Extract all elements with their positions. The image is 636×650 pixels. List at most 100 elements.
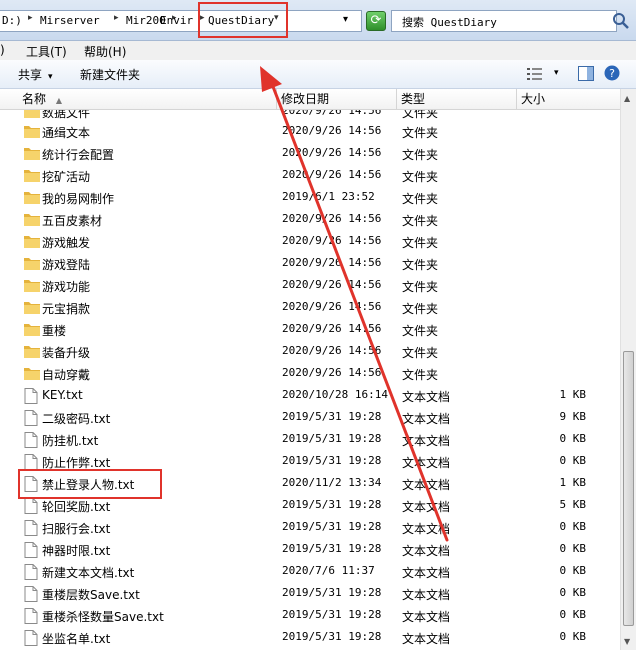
view-options-icon[interactable]: [527, 67, 543, 81]
file-name: 元宝捐款: [42, 302, 91, 316]
folder-icon: [24, 146, 40, 163]
file-row[interactable]: 新建文本文档.txt 2020/7/6 11:37 文本文档 0 KB: [0, 560, 620, 582]
chevron-right-icon[interactable]: ▸: [114, 13, 119, 23]
file-modified-date: 2020/7/6 11:37: [282, 564, 375, 577]
file-size: 0 KB: [559, 586, 587, 599]
file-name: 装备升级: [42, 346, 91, 360]
scrollbar-thumb[interactable]: [623, 351, 634, 626]
breadcrumb-mirserver[interactable]: Mirserver: [40, 14, 100, 27]
file-modified-date: 2020/9/26 14:56: [282, 212, 382, 225]
file-row[interactable]: 神器时限.txt 2019/5/31 19:28 文本文档 0 KB: [0, 538, 620, 560]
menu-help[interactable]: 帮助(H): [84, 43, 126, 60]
folder-icon: [24, 256, 40, 273]
file-row[interactable]: 挖矿活动 2020/9/26 14:56 文件夹: [0, 164, 620, 186]
file-name: 重楼杀怪数量Save.txt: [42, 610, 164, 624]
file-row[interactable]: 游戏登陆 2020/9/26 14:56 文件夹: [0, 252, 620, 274]
text-document-icon: [24, 586, 38, 605]
file-name: 二级密码.txt: [42, 412, 111, 426]
address-bar[interactable]: D:) ▸ Mirserver ▸ Mir200 ▸ Envir ▸ Quest…: [0, 10, 362, 32]
view-dropdown-icon[interactable]: ▾: [554, 68, 559, 78]
column-header-modified[interactable]: 修改日期: [277, 89, 397, 109]
file-row[interactable]: 防挂机.txt 2019/5/31 19:28 文本文档 0 KB: [0, 428, 620, 450]
file-row[interactable]: KEY.txt 2020/10/28 16:14 文本文档 1 KB: [0, 384, 620, 406]
chevron-right-icon[interactable]: ▸: [28, 13, 33, 23]
file-row[interactable]: 坐监名单.txt 2019/5/31 19:28 文本文档 0 KB: [0, 626, 620, 648]
file-modified-date: 2020/9/26 14:56: [282, 366, 382, 379]
file-type: 文本文档: [402, 632, 451, 646]
file-type: 文件夹: [402, 302, 439, 316]
preview-pane-icon[interactable]: [578, 66, 594, 81]
file-name: 重楼层数Save.txt: [42, 588, 140, 602]
text-document-icon: [24, 542, 38, 561]
command-toolbar: 共享 ▾ 新建文件夹 ▾ ?: [0, 60, 636, 89]
file-type: 文件夹: [402, 368, 439, 382]
file-modified-date: 2020/11/2 13:34: [282, 476, 382, 489]
file-name: 坐监名单.txt: [42, 632, 111, 646]
column-header-name-label: 名称: [22, 92, 47, 106]
file-modified-date: 2019/5/31 19:28: [282, 542, 382, 555]
address-history-dropdown-icon[interactable]: ▾: [343, 14, 348, 25]
file-row[interactable]: 统计行会配置 2020/9/26 14:56 文件夹: [0, 142, 620, 164]
vertical-scrollbar[interactable]: ▲ ▼: [620, 89, 636, 650]
file-modified-date: 2019/5/31 19:28: [282, 586, 382, 599]
scroll-down-icon[interactable]: ▼: [624, 637, 630, 646]
folder-icon: [24, 212, 40, 229]
breadcrumb-drive[interactable]: D:): [2, 14, 22, 27]
refresh-button[interactable]: ⟳: [366, 11, 386, 31]
file-row[interactable]: 二级密码.txt 2019/5/31 19:28 文本文档 9 KB: [0, 406, 620, 428]
file-type: 文本文档: [402, 390, 451, 404]
file-modified-date: 2019/5/31 19:28: [282, 608, 382, 621]
column-header-name[interactable]: 名称 ▲: [0, 89, 277, 109]
file-row[interactable]: 元宝捐款 2020/9/26 14:56 文件夹: [0, 296, 620, 318]
file-row[interactable]: 游戏触发 2020/9/26 14:56 文件夹: [0, 230, 620, 252]
column-header-size[interactable]: 大小: [517, 89, 620, 109]
file-row[interactable]: 游戏功能 2020/9/26 14:56 文件夹: [0, 274, 620, 296]
folder-icon: [24, 300, 40, 317]
file-row[interactable]: 重楼 2020/9/26 14:56 文件夹: [0, 318, 620, 340]
file-modified-date: 2020/9/26 14:56: [282, 300, 382, 313]
file-type: 文件夹: [402, 148, 439, 162]
file-row[interactable]: 通缉文本 2020/9/26 14:56 文件夹: [0, 120, 620, 142]
annotation-box-questdiary: [198, 2, 288, 38]
text-document-icon: [24, 608, 38, 627]
file-row[interactable]: 自动穿戴 2020/9/26 14:56 文件夹: [0, 362, 620, 384]
file-modified-date: 2020/9/26 14:56: [282, 278, 382, 291]
folder-icon: [24, 366, 40, 383]
file-type: 文本文档: [402, 588, 451, 602]
file-row[interactable]: 重楼杀怪数量Save.txt 2019/5/31 19:28 文本文档 0 KB: [0, 604, 620, 626]
file-type: 文本文档: [402, 500, 451, 514]
column-header-row: 名称 ▲ 修改日期 类型 大小: [0, 89, 620, 110]
file-row[interactable]: 我的易网制作 2019/6/1 23:52 文件夹: [0, 186, 620, 208]
breadcrumb-envir[interactable]: Envir: [160, 14, 193, 27]
share-button[interactable]: 共享 ▾: [18, 66, 53, 83]
file-modified-date: 2020/9/26 14:56: [282, 234, 382, 247]
new-folder-button[interactable]: 新建文件夹: [80, 66, 140, 83]
file-type: 文件夹: [402, 324, 439, 338]
search-input[interactable]: 搜索 QuestDiary: [391, 10, 617, 32]
file-size: 0 KB: [559, 432, 587, 445]
file-modified-date: 2020/9/26 14:56: [282, 110, 382, 117]
menu-tools[interactable]: 工具(T): [26, 43, 67, 60]
menu-partial[interactable]: ): [0, 43, 5, 57]
address-bar-area: D:) ▸ Mirserver ▸ Mir200 ▸ Envir ▸ Quest…: [0, 0, 636, 41]
file-modified-date: 2019/5/31 19:28: [282, 432, 382, 445]
file-row[interactable]: 扫服行会.txt 2019/5/31 19:28 文本文档 0 KB: [0, 516, 620, 538]
file-row[interactable]: 装备升级 2020/9/26 14:56 文件夹: [0, 340, 620, 362]
text-document-icon: [24, 564, 38, 583]
file-row[interactable]: 重楼层数Save.txt 2019/5/31 19:28 文本文档 0 KB: [0, 582, 620, 604]
file-type: 文本文档: [402, 412, 451, 426]
help-icon[interactable]: ?: [604, 65, 620, 81]
file-type: 文本文档: [402, 434, 451, 448]
scroll-up-icon[interactable]: ▲: [624, 94, 630, 103]
file-modified-date: 2019/5/31 19:28: [282, 498, 382, 511]
folder-icon: [24, 234, 40, 251]
file-size: 1 KB: [559, 388, 587, 401]
file-name: KEY.txt: [42, 388, 83, 402]
file-type: 文本文档: [402, 566, 451, 580]
column-header-type[interactable]: 类型: [397, 89, 517, 109]
file-size: 0 KB: [559, 630, 587, 643]
search-icon[interactable]: [612, 12, 630, 30]
file-modified-date: 2020/9/26 14:56: [282, 124, 382, 137]
file-type: 文件夹: [402, 192, 439, 206]
file-row[interactable]: 五百皮素材 2020/9/26 14:56 文件夹: [0, 208, 620, 230]
